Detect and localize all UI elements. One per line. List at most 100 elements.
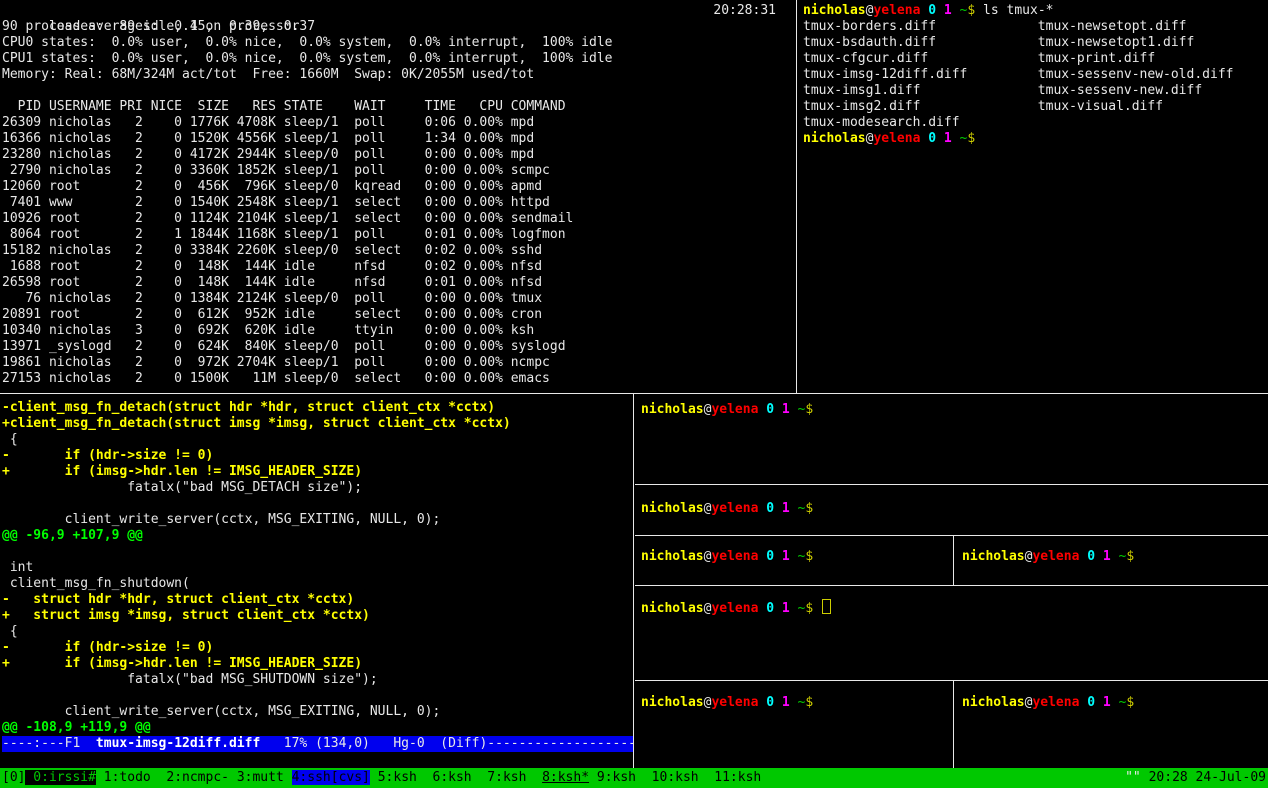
diff-line: - struct hdr *hdr, struct client_ctx *cc… xyxy=(2,592,633,608)
prompt-host: yelena xyxy=(873,131,920,146)
prompt-session: 0 xyxy=(920,131,936,146)
diff-line: fatalx("bad MSG_DETACH size"); xyxy=(2,480,633,496)
process-row: 26309 nicholas 2 0 1776K 4708K sleep/1 p… xyxy=(2,115,796,131)
tmux-status-bar: [0] 0:irssi# 1:todo 2:ncmpc- 3:mutt 4:ss… xyxy=(0,768,1268,788)
prompt-path: ~ xyxy=(952,131,968,146)
diff-line xyxy=(2,496,633,512)
window-tab-0-irssi[interactable]: 0:irssi# xyxy=(25,770,95,785)
shell-pane-main[interactable]: nicholas@yelena 0 1 ~$ ls tmux-* tmux-bo… xyxy=(798,0,1268,393)
shell-pane-1[interactable]: nicholas@yelena 0 1 ~$ xyxy=(635,394,1268,484)
prompt-session: 0 xyxy=(758,402,774,417)
prompt-path: ~ xyxy=(1111,695,1127,710)
shell-pane-3[interactable]: nicholas@yelena 0 1 ~$ xyxy=(635,536,953,585)
pane-border-vertical[interactable] xyxy=(796,0,797,393)
prompt-window: 1 xyxy=(774,601,790,615)
diff-line: int xyxy=(2,560,633,576)
terminal-cursor xyxy=(822,599,831,614)
diff-line: - if (hdr->size != 0) xyxy=(2,448,633,464)
diff-line: + if (imsg->hdr.len != IMSG_HEADER_SIZE) xyxy=(2,656,633,672)
diff-line xyxy=(2,544,633,560)
shell-pane-4[interactable]: nicholas@yelena 0 1 ~$ xyxy=(954,536,1268,585)
top-summary-line: CPU1 states: 0.0% user, 0.0% nice, 0.0% … xyxy=(2,51,796,67)
prompt-host: yelena xyxy=(711,501,758,516)
prompt-path: ~ xyxy=(1111,549,1127,564)
emacs-modeline: ----:---F1 tmux-imsg-12diff.diff 17% (13… xyxy=(2,736,633,752)
window-tabs-1-3[interactable]: 1:todo 2:ncmpc- 3:mutt xyxy=(96,770,292,785)
emacs-pane[interactable]: -client_msg_fn_detach(struct hdr *hdr, s… xyxy=(0,394,633,768)
process-row: 15182 nicholas 2 0 3384K 2260K sleep/0 s… xyxy=(2,243,796,259)
process-row: 19861 nicholas 2 0 972K 2704K sleep/1 po… xyxy=(2,355,796,371)
prompt-window: 1 xyxy=(936,131,952,146)
process-row: 13971 _syslogd 2 0 624K 840K sleep/0 pol… xyxy=(2,339,796,355)
process-row: 10340 nicholas 3 0 692K 620K idle ttyin … xyxy=(2,323,796,339)
diff-line xyxy=(2,688,633,704)
prompt-user: nicholas xyxy=(641,695,704,710)
process-row: 26598 root 2 0 148K 144K idle nfsd 0:01 … xyxy=(2,275,796,291)
modeline-prefix: ----:---F1 xyxy=(2,736,96,751)
prompt-path: ~ xyxy=(790,549,806,564)
status-clock-date: 20:28 24-Jul-09 xyxy=(1141,770,1266,785)
space xyxy=(813,601,821,615)
window-tabs-5-7[interactable]: 5:ksh 6:ksh 7:ksh xyxy=(370,770,542,785)
process-row: 2790 nicholas 2 0 3360K 1852K sleep/1 po… xyxy=(2,163,796,179)
diff-line: fatalx("bad MSG_SHUTDOWN size"); xyxy=(2,672,633,688)
prompt-host: yelena xyxy=(711,695,758,710)
prompt-path: ~ xyxy=(790,501,806,516)
prompt-window: 1 xyxy=(1095,549,1111,564)
window-list: [0] 0:irssi# 1:todo 2:ncmpc- 3:mutt 4:ss… xyxy=(0,768,761,788)
diff-line: + if (imsg->hdr.len != IMSG_HEADER_SIZE) xyxy=(2,464,633,480)
diff-line: client_write_server(cctx, MSG_EXITING, N… xyxy=(2,512,633,528)
prompt-session: 0 xyxy=(758,501,774,516)
diff-line: { xyxy=(2,432,633,448)
diff-line: +client_msg_fn_detach(struct imsg *imsg,… xyxy=(2,416,633,432)
prompt-session: 0 xyxy=(758,601,774,615)
process-table: 26309 nicholas 2 0 1776K 4708K sleep/1 p… xyxy=(2,115,796,387)
prompt-line: nicholas@yelena 0 1 ~$ xyxy=(803,131,1268,147)
diff-line: @@ -108,9 +119,9 @@ xyxy=(2,720,633,736)
prompt-window: 1 xyxy=(936,3,952,18)
file-listing-row: tmux-bsdauth.diff tmux-newsetopt1.diff xyxy=(803,35,1268,51)
prompt-user: nicholas xyxy=(641,402,704,417)
file-listing-row: tmux-cfgcur.diff tmux-print.diff xyxy=(803,51,1268,67)
prompt-sigil: $ xyxy=(805,402,813,417)
prompt-sigil: $ xyxy=(805,695,813,710)
pane-border-vertical[interactable] xyxy=(633,394,634,768)
shell-pane-7[interactable]: nicholas@yelena 0 1 ~$ xyxy=(954,681,1268,768)
top-summary-line: load averages: 0.45, 0.39, 0.37 20:28:31 xyxy=(2,3,796,19)
prompt-host: yelena xyxy=(711,549,758,564)
process-row: 20891 root 2 0 612K 952K idle select 0:0… xyxy=(2,307,796,323)
tmux-screen: load averages: 0.45, 0.39, 0.37 20:28:31… xyxy=(0,0,1268,788)
window-tab-4-ssh[interactable]: 4:ssh[cvs] xyxy=(292,770,370,785)
shell-pane-6[interactable]: nicholas@yelena 0 1 ~$ xyxy=(635,681,953,768)
prompt-host: yelena xyxy=(711,402,758,417)
process-row: 1688 root 2 0 148K 144K idle nfsd 0:02 0… xyxy=(2,259,796,275)
prompt-session: 0 xyxy=(758,695,774,710)
prompt-sigil: $ xyxy=(805,501,813,516)
file-listing-row: tmux-imsg1.diff tmux-sessenv-new.diff xyxy=(803,83,1268,99)
shell-pane-5[interactable]: nicholas@yelena 0 1 ~$ xyxy=(635,586,1268,680)
file-listing: tmux-borders.diff tmux-newsetopt.difftmu… xyxy=(803,19,1268,131)
prompt-host: yelena xyxy=(1032,695,1079,710)
prompt-window: 1 xyxy=(774,402,790,417)
prompt-user: nicholas xyxy=(962,695,1025,710)
process-row: 16366 nicholas 2 0 1520K 4556K sleep/1 p… xyxy=(2,131,796,147)
prompt-window: 1 xyxy=(1095,695,1111,710)
load-averages: load averages: 0.45, 0.39, 0.37 xyxy=(49,19,315,34)
top-pane[interactable]: load averages: 0.45, 0.39, 0.37 20:28:31… xyxy=(0,0,796,393)
prompt-user: nicholas xyxy=(803,131,866,146)
diff-line: { xyxy=(2,624,633,640)
process-row: 76 nicholas 2 0 1384K 2124K sleep/0 poll… xyxy=(2,291,796,307)
process-row: 12060 root 2 0 456K 796K sleep/0 kqread … xyxy=(2,179,796,195)
file-listing-row: tmux-modesearch.diff xyxy=(803,115,1268,131)
diff-line: client_msg_fn_shutdown( xyxy=(2,576,633,592)
prompt-path: ~ xyxy=(952,3,968,18)
window-tabs-9-11[interactable]: 9:ksh 10:ksh 11:ksh xyxy=(589,770,761,785)
top-summary-line: Memory: Real: 68M/324M act/tot Free: 166… xyxy=(2,67,796,83)
prompt-host: yelena xyxy=(873,3,920,18)
shell-pane-2[interactable]: nicholas@yelena 0 1 ~$ xyxy=(635,485,1268,535)
prompt-path: ~ xyxy=(790,695,806,710)
prompt-session: 0 xyxy=(1079,549,1095,564)
process-row: 10926 root 2 0 1124K 2104K sleep/1 selec… xyxy=(2,211,796,227)
window-tab-8-current[interactable]: 8:ksh* xyxy=(542,770,589,785)
prompt-session: 0 xyxy=(758,549,774,564)
